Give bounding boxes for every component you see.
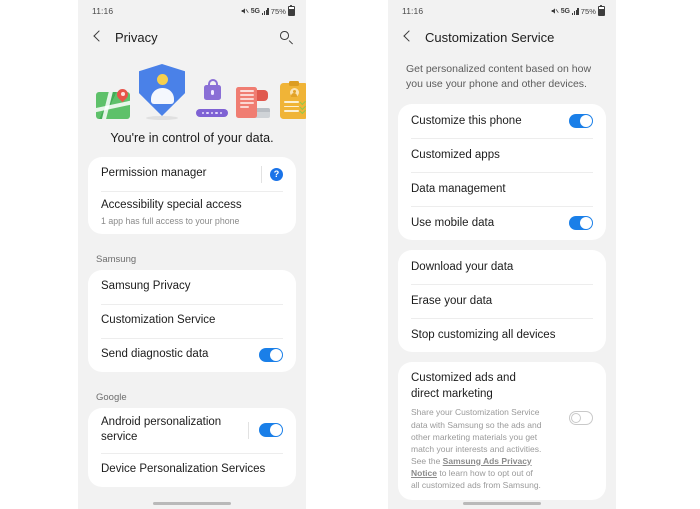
list-item-samsung-privacy[interactable]: Samsung Privacy <box>88 270 296 304</box>
list-item-customized-ads-and-direct-marketing[interactable]: Customized ads and direct marketing Shar… <box>398 362 606 499</box>
group-header-google: Google <box>96 391 127 403</box>
list-item-label: Device Personalization Services <box>101 463 266 476</box>
clipboard-checklist-icon <box>280 80 306 119</box>
settings-card-data-actions: Download your data Erase your data Stop … <box>398 250 606 353</box>
app-bar-privacy: Privacy <box>78 22 306 52</box>
toggle-use-mobile-data[interactable] <box>569 216 593 231</box>
signal-bars-icon <box>261 8 269 15</box>
list-item-erase-your-data[interactable]: Erase your data <box>398 284 606 318</box>
map-pin-icon <box>96 89 130 119</box>
privacy-settings-list: Permission manager ? Accessibility speci… <box>78 157 306 487</box>
list-item-label: Download your data <box>411 260 514 273</box>
toggle-android-personalization-service[interactable] <box>259 423 283 438</box>
list-item-accessibility-special-access[interactable]: Accessibility special access 1 app has f… <box>88 191 296 234</box>
network-type-label: 5G <box>250 7 260 15</box>
help-icon[interactable]: ? <box>270 167 283 181</box>
status-bar: 11:16 5G 75% <box>388 0 616 22</box>
list-item-description-1: Share your Customization Service data wi… <box>411 407 542 454</box>
status-indicators: 5G 75% <box>241 5 295 16</box>
list-item-send-diagnostic-data[interactable]: Send diagnostic data <box>88 337 296 372</box>
settings-card-customize: Customize this phone Customized apps Dat… <box>398 104 606 241</box>
battery-icon <box>288 5 295 16</box>
hero-caption: You're in control of your data. <box>110 131 274 145</box>
settings-card-samsung: Samsung Privacy Customization Service Se… <box>88 269 296 372</box>
group-header-samsung: Samsung <box>96 253 137 265</box>
list-item-label: Customized ads and direct marketing <box>411 372 516 400</box>
lock-icon <box>196 79 228 119</box>
network-type-label: 5G <box>560 7 570 15</box>
list-item-customization-service[interactable]: Customization Service <box>88 303 296 338</box>
document-shredder-icon <box>236 87 272 119</box>
list-item-label: Customize this phone <box>411 114 522 127</box>
app-bar-customization-service: Customization Service <box>388 22 616 52</box>
list-item-label: Permission manager <box>101 167 207 180</box>
list-item-label: Erase your data <box>411 294 493 307</box>
list-item-permission-manager[interactable]: Permission manager ? <box>88 157 296 191</box>
status-time: 11:16 <box>92 6 114 16</box>
home-indicator[interactable] <box>153 501 231 505</box>
list-item-label: Customization Service <box>101 314 216 327</box>
mute-icon <box>241 7 249 15</box>
hero-illustration <box>92 60 306 124</box>
list-item-android-personalization-service[interactable]: Android personalization service <box>88 408 296 453</box>
mute-icon <box>551 7 559 15</box>
phone-screen-customization-service: 11:16 5G 75% Customization Service Get p… <box>388 0 616 509</box>
description-prefix: See the <box>411 455 443 466</box>
status-bar: 11:16 5G 75% <box>78 0 306 22</box>
list-item-label: Data management <box>411 182 506 195</box>
settings-card-google: Android personalization service Device P… <box>88 407 296 487</box>
settings-card-customized-ads: Customized ads and direct marketing Shar… <box>398 362 606 500</box>
list-item-label: Use mobile data <box>411 216 495 229</box>
list-item-customize-this-phone[interactable]: Customize this phone <box>398 104 606 138</box>
status-indicators: 5G 75% <box>551 5 605 16</box>
signal-bars-icon <box>571 8 579 15</box>
list-item-data-management[interactable]: Data management <box>398 172 606 206</box>
divider <box>261 165 262 183</box>
list-item-download-your-data[interactable]: Download your data <box>398 250 606 284</box>
battery-percent: 75% <box>270 6 286 16</box>
list-item-device-personalization-services[interactable]: Device Personalization Services <box>88 452 296 487</box>
list-item-label: Samsung Privacy <box>101 280 191 293</box>
settings-card-general: Permission manager ? Accessibility speci… <box>88 157 296 234</box>
toggle-customized-ads[interactable] <box>569 411 593 426</box>
battery-percent: 75% <box>580 6 596 16</box>
list-item-label: Customized apps <box>411 148 500 161</box>
list-item-label: Stop customizing all devices <box>411 328 556 341</box>
divider <box>248 421 249 439</box>
page-description: Get personalized content based on how yo… <box>406 63 592 91</box>
shield-person-icon <box>139 64 185 120</box>
battery-icon <box>598 5 605 16</box>
status-time: 11:16 <box>402 6 424 16</box>
list-item-description-2: See the Samsung Ads Privacy Notice to le… <box>411 455 543 491</box>
chevron-left-icon[interactable] <box>400 29 416 45</box>
toggle-customize-this-phone[interactable] <box>569 114 593 129</box>
list-item-label: Accessibility special access <box>101 199 242 211</box>
page-title: Customization Service <box>425 29 555 45</box>
chevron-left-icon[interactable] <box>90 29 106 45</box>
list-item-customized-apps[interactable]: Customized apps <box>398 138 606 172</box>
list-item-use-mobile-data[interactable]: Use mobile data <box>398 206 606 240</box>
phone-screen-privacy: 11:16 5G 75% Privacy You're in control o… <box>78 0 306 509</box>
customization-settings-list: Customize this phone Customized apps Dat… <box>388 104 616 509</box>
privacy-hero: You're in control of your data. <box>78 52 306 151</box>
list-item-label: Android personalization service <box>101 415 222 444</box>
list-item-label: Send diagnostic data <box>101 348 209 361</box>
home-indicator[interactable] <box>463 501 541 505</box>
screenshot-stage: 11:16 5G 75% Privacy You're in control o… <box>0 0 700 509</box>
toggle-send-diagnostic-data[interactable] <box>259 347 283 362</box>
list-item-sublabel: 1 app has full access to your phone <box>101 215 240 226</box>
list-item-stop-customizing-all-devices[interactable]: Stop customizing all devices <box>398 318 606 352</box>
search-icon[interactable] <box>278 29 294 45</box>
page-title: Privacy <box>115 29 158 45</box>
